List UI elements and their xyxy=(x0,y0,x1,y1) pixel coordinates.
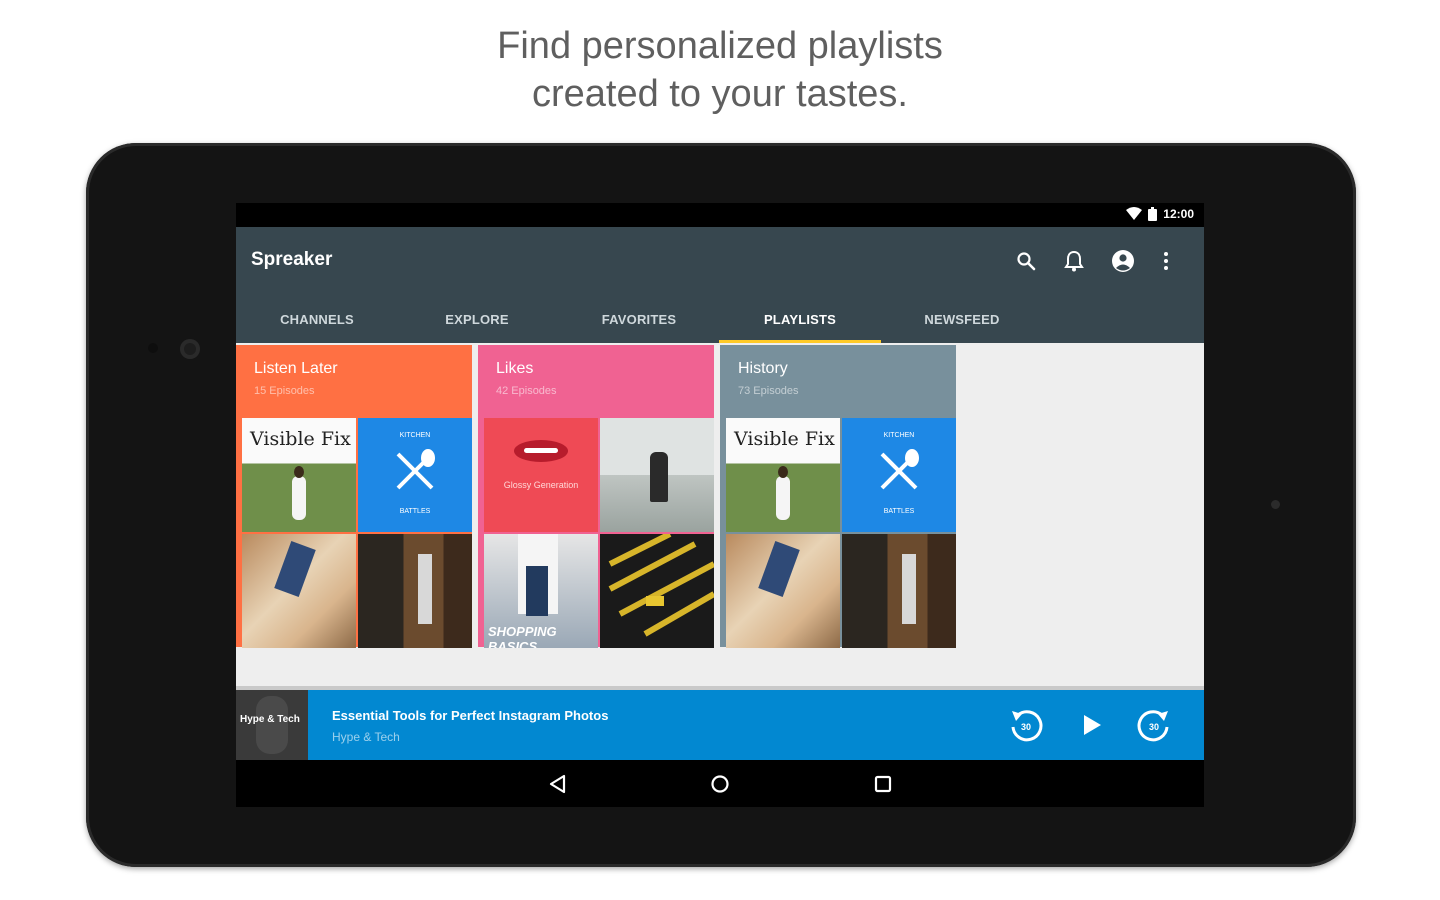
playlist-card-likes[interactable]: Likes 42 Episodes Glossy Generation SHOP… xyxy=(478,345,714,648)
bell-icon xyxy=(1064,250,1084,272)
play-icon xyxy=(1084,715,1101,735)
card-header: History 73 Episodes xyxy=(723,348,953,418)
headline-line-1: Find personalized playlists xyxy=(497,25,943,67)
status-time: 12:00 xyxy=(1163,207,1194,221)
tab-favorites[interactable]: FAVORITES xyxy=(558,299,720,343)
cover-shopping-basics: SHOPPING BASICS xyxy=(484,534,598,648)
tab-channels[interactable]: CHANNELS xyxy=(236,299,398,343)
player-artwork: Hype & Tech xyxy=(236,690,308,760)
fork-spoon-icon xyxy=(396,449,435,490)
camera-sensor xyxy=(148,343,158,353)
notifications-button[interactable] xyxy=(1060,247,1088,275)
player-show-name: Hype & Tech xyxy=(332,730,400,744)
mini-player[interactable]: Hype & Tech Essential Tools for Perfect … xyxy=(236,686,1204,760)
cover-photo-desert xyxy=(600,418,714,532)
back-icon xyxy=(549,774,566,794)
svg-text:30: 30 xyxy=(1149,722,1159,732)
playlist-count: 73 Episodes xyxy=(738,385,799,397)
cover-visible-fix: Visible Fix xyxy=(242,418,356,532)
cover-photo-3 xyxy=(242,534,356,648)
cover-photo-3 xyxy=(726,534,840,648)
battery-icon xyxy=(1148,207,1158,221)
cover-photo-4 xyxy=(842,534,956,648)
cover-kitchen-battles: KITCHEN BATTLES xyxy=(842,418,956,532)
svg-text:30: 30 xyxy=(1021,722,1031,732)
back-button[interactable] xyxy=(538,768,578,800)
cover-kitchen-battles: KITCHEN BATTLES xyxy=(358,418,472,532)
playlists-grid: Listen Later 15 Episodes Visible Fix KIT… xyxy=(236,343,1204,686)
headline: Find personalized playlists created to y… xyxy=(0,22,1440,118)
playlist-card-history[interactable]: History 73 Episodes Visible Fix KITCHEN xyxy=(720,345,956,648)
forward-30-button[interactable]: 30 xyxy=(1134,705,1174,745)
playlist-title: Listen Later xyxy=(254,360,338,377)
replay-30-icon: 30 xyxy=(1011,710,1043,742)
tab-playlists[interactable]: PLAYLISTS xyxy=(719,299,881,343)
tab-explore[interactable]: EXPLORE xyxy=(396,299,558,343)
cover-grid: Glossy Generation SHOPPING BASICS xyxy=(484,418,714,648)
cover-glossy-generation: Glossy Generation xyxy=(484,418,598,532)
headline-line-2: created to your tastes. xyxy=(532,73,908,115)
cover-grid: Visible Fix KITCHEN BATTLES xyxy=(726,418,956,648)
cover-visible-fix: Visible Fix xyxy=(726,418,840,532)
playlist-card-listen-later[interactable]: Listen Later 15 Episodes Visible Fix KIT… xyxy=(236,345,472,648)
search-icon xyxy=(1017,252,1036,271)
tab-newsfeed[interactable]: NEWSFEED xyxy=(881,299,1043,343)
app-title: Spreaker xyxy=(251,249,333,270)
recents-icon xyxy=(874,775,892,793)
playlist-count: 15 Episodes xyxy=(254,385,315,397)
search-button[interactable] xyxy=(1012,247,1040,275)
app-bar: Spreaker CHANNELS EXPLORE FAVORITES PLAY… xyxy=(236,227,1204,343)
play-button[interactable] xyxy=(1072,705,1112,745)
account-button[interactable] xyxy=(1109,247,1137,275)
device-screen: 12:00 Spreaker CHANNELS EXPLORE FAVORITE… xyxy=(236,203,1204,807)
fork-spoon-icon xyxy=(880,449,919,490)
tab-bar: CHANNELS EXPLORE FAVORITES PLAYLISTS NEW… xyxy=(236,299,1204,343)
player-artwork-label: Hype & Tech xyxy=(240,714,300,725)
front-camera xyxy=(180,339,200,359)
playlist-title: Likes xyxy=(496,360,534,377)
cover-grid: Visible Fix KITCHEN BATTLES xyxy=(242,418,472,648)
account-icon xyxy=(1112,250,1134,272)
playlist-count: 42 Episodes xyxy=(496,385,557,397)
home-button[interactable] xyxy=(700,768,740,800)
playlist-title: History xyxy=(738,360,788,377)
home-icon xyxy=(711,775,729,793)
card-header: Likes 42 Episodes xyxy=(481,348,711,418)
recents-button[interactable] xyxy=(863,768,903,800)
light-sensor xyxy=(1271,500,1280,509)
cover-photo-crosswalk xyxy=(600,534,714,648)
crosswalk-art xyxy=(608,534,714,637)
card-header: Listen Later 15 Episodes xyxy=(239,348,469,418)
overflow-menu-button[interactable] xyxy=(1152,247,1180,275)
cover-photo-4 xyxy=(358,534,472,648)
wifi-icon xyxy=(1126,207,1143,221)
tab-playlists-label: PLAYLISTS xyxy=(763,312,837,327)
status-bar: 12:00 xyxy=(236,203,1204,227)
rewind-30-button[interactable]: 30 xyxy=(1006,705,1046,745)
forward-30-icon: 30 xyxy=(1137,710,1169,742)
overflow-menu-icon xyxy=(1164,252,1168,270)
system-nav-bar xyxy=(236,760,1204,807)
player-episode-title: Essential Tools for Perfect Instagram Ph… xyxy=(332,708,609,723)
